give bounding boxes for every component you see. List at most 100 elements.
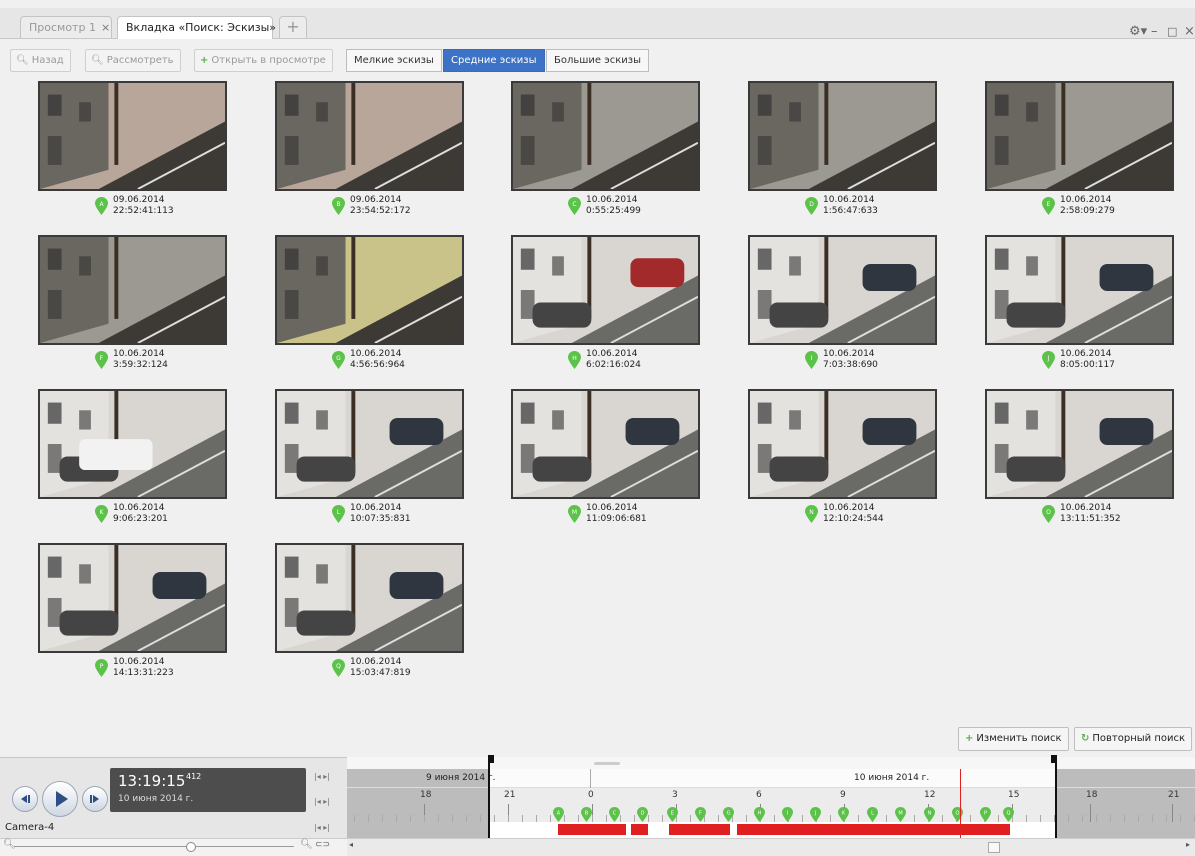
minor-tick <box>508 815 509 822</box>
thumbnail-image[interactable] <box>985 389 1174 499</box>
minor-tick <box>1180 815 1181 822</box>
event-marker-icon[interactable]: E <box>667 807 678 822</box>
recording-segment[interactable] <box>737 824 1010 835</box>
inspect-label: Рассмотреть <box>106 55 174 66</box>
thumbnail-time: 15:03:47:819 <box>350 668 411 678</box>
playhead[interactable] <box>960 769 961 838</box>
thumbnail-image[interactable] <box>511 235 700 345</box>
thumbnail-image[interactable] <box>985 235 1174 345</box>
magnifier-icon: 🔍︎ <box>91 55 104 66</box>
skip-controls-row1[interactable]: |◂ ▸| <box>314 772 330 781</box>
back-label: Назад <box>31 55 64 66</box>
event-marker-icon[interactable]: L <box>867 807 878 822</box>
tab-view-1[interactable]: Просмотр 1 × <box>20 16 112 38</box>
event-marker-icon[interactable]: J <box>810 807 821 822</box>
minor-tick <box>1124 815 1125 822</box>
thumbnail-image[interactable] <box>275 543 464 653</box>
location-pin-icon: I <box>805 351 818 369</box>
event-marker-icon[interactable]: Q <box>1003 807 1014 822</box>
timeline-scrollbar[interactable] <box>347 838 1195 856</box>
back-button[interactable]: 🔍︎ Назад <box>10 49 71 72</box>
thumbnail-image[interactable] <box>38 389 227 499</box>
recording-segment[interactable] <box>669 824 730 835</box>
scrollbar-thumb[interactable] <box>988 842 1000 853</box>
inspect-button[interactable]: 🔍︎ Рассмотреть <box>85 49 181 72</box>
event-marker-icon[interactable]: M <box>895 807 906 822</box>
camera-frame <box>987 237 1172 343</box>
open-in-view-button[interactable]: + Открыть в просмотре <box>194 49 333 72</box>
range-start-grip[interactable] <box>488 755 494 763</box>
thumbnail-image[interactable] <box>38 81 227 191</box>
step-forward-button[interactable] <box>82 786 108 812</box>
recording-segment[interactable] <box>631 824 648 835</box>
tab-close-icon[interactable]: × <box>101 21 110 34</box>
thumbnail-image[interactable] <box>511 81 700 191</box>
thumbnail-date: 10.06.2014 <box>823 503 875 513</box>
thumbnail-date: 10.06.2014 <box>113 503 165 513</box>
scroll-left-arrow-icon[interactable]: ◂ <box>349 840 353 849</box>
repeat-search-button[interactable]: ↻ Повторный поиск <box>1074 727 1193 751</box>
thumbnail-image[interactable] <box>511 389 700 499</box>
sync-icon[interactable]: ⊂⊃ <box>315 840 330 850</box>
minimize-icon[interactable]: – <box>1151 24 1158 39</box>
location-pin-icon: K <box>95 505 108 523</box>
pin-letter: J <box>1047 355 1050 362</box>
thumbnail-caption: E 10.06.2014 2:58:09:279 <box>985 195 1174 223</box>
zoom-slider-track[interactable] <box>14 846 294 847</box>
minor-tick <box>606 815 607 822</box>
event-marker-icon[interactable]: B <box>581 807 592 822</box>
add-tab-button[interactable]: + <box>279 16 307 38</box>
skip-controls-row2[interactable]: |◂ ▸| <box>314 797 330 806</box>
pin-letter: Q <box>336 663 341 670</box>
event-marker-icon[interactable]: D <box>637 807 648 822</box>
recording-segment[interactable] <box>558 824 626 835</box>
range-start-handle[interactable] <box>488 757 490 838</box>
skip-controls-row3[interactable]: |◂ ▸| <box>314 823 330 832</box>
event-marker-icon[interactable]: N <box>924 807 935 822</box>
medium-thumbnails-button[interactable]: Средние эскизы <box>443 49 545 72</box>
event-marker-icon[interactable]: C <box>609 807 620 822</box>
zoom-in-icon[interactable]: 🔍︎ <box>300 839 313 850</box>
change-search-button[interactable]: + Изменить поиск <box>958 727 1069 751</box>
thumbnail-date: 10.06.2014 <box>586 349 638 359</box>
large-thumbnails-button[interactable]: Большие эскизы <box>546 49 649 72</box>
thumbnail-image[interactable] <box>275 81 464 191</box>
thumbnail-image[interactable] <box>748 389 937 499</box>
range-end-handle[interactable] <box>1055 757 1057 838</box>
zoom-slider-handle[interactable] <box>186 842 196 852</box>
settings-gear-icon[interactable]: ⚙▾ <box>1129 24 1147 39</box>
thumbnail-image[interactable] <box>275 235 464 345</box>
location-pin-icon: M <box>568 505 581 523</box>
timeline-resize-grip[interactable] <box>594 762 620 765</box>
close-window-icon[interactable]: × <box>1184 24 1195 39</box>
change-search-label: Изменить поиск <box>976 733 1062 744</box>
thumbnail-image[interactable] <box>985 81 1174 191</box>
range-end-grip[interactable] <box>1051 755 1057 763</box>
tab-search-thumbnails[interactable]: Вкладка «Поиск: Эскизы»× <box>117 16 290 39</box>
event-marker-icon[interactable]: P <box>980 807 991 822</box>
event-marker-icon[interactable]: G <box>723 807 734 822</box>
thumbnail-caption: I 10.06.2014 7:03:38:690 <box>748 349 937 377</box>
event-marker-icon[interactable]: I <box>782 807 793 822</box>
minor-tick <box>690 815 691 822</box>
camera-frame <box>277 83 462 189</box>
thumbnail-image[interactable] <box>748 81 937 191</box>
thumbnail-image[interactable] <box>38 543 227 653</box>
maximize-icon[interactable]: □ <box>1167 25 1177 38</box>
small-thumbnails-button[interactable]: Мелкие эскизы <box>346 49 442 72</box>
thumbnail-image[interactable] <box>38 235 227 345</box>
minor-tick <box>746 815 747 822</box>
thumbnail-image[interactable] <box>748 235 937 345</box>
scroll-right-arrow-icon[interactable]: ▸ <box>1186 840 1190 849</box>
event-marker-icon[interactable]: K <box>838 807 849 822</box>
event-marker-icon[interactable]: A <box>553 807 564 822</box>
step-back-button[interactable] <box>12 786 38 812</box>
thumbnail-date: 10.06.2014 <box>586 503 638 513</box>
event-marker-icon[interactable]: H <box>754 807 765 822</box>
event-marker-icon[interactable]: F <box>695 807 706 822</box>
zoom-out-icon[interactable]: 🔍︎ <box>3 839 16 850</box>
play-button[interactable] <box>42 781 78 817</box>
event-marker-icon[interactable]: O <box>952 807 963 822</box>
thumbnail-image[interactable] <box>275 389 464 499</box>
thumbnail-caption: O 10.06.2014 13:11:51:352 <box>985 503 1174 531</box>
